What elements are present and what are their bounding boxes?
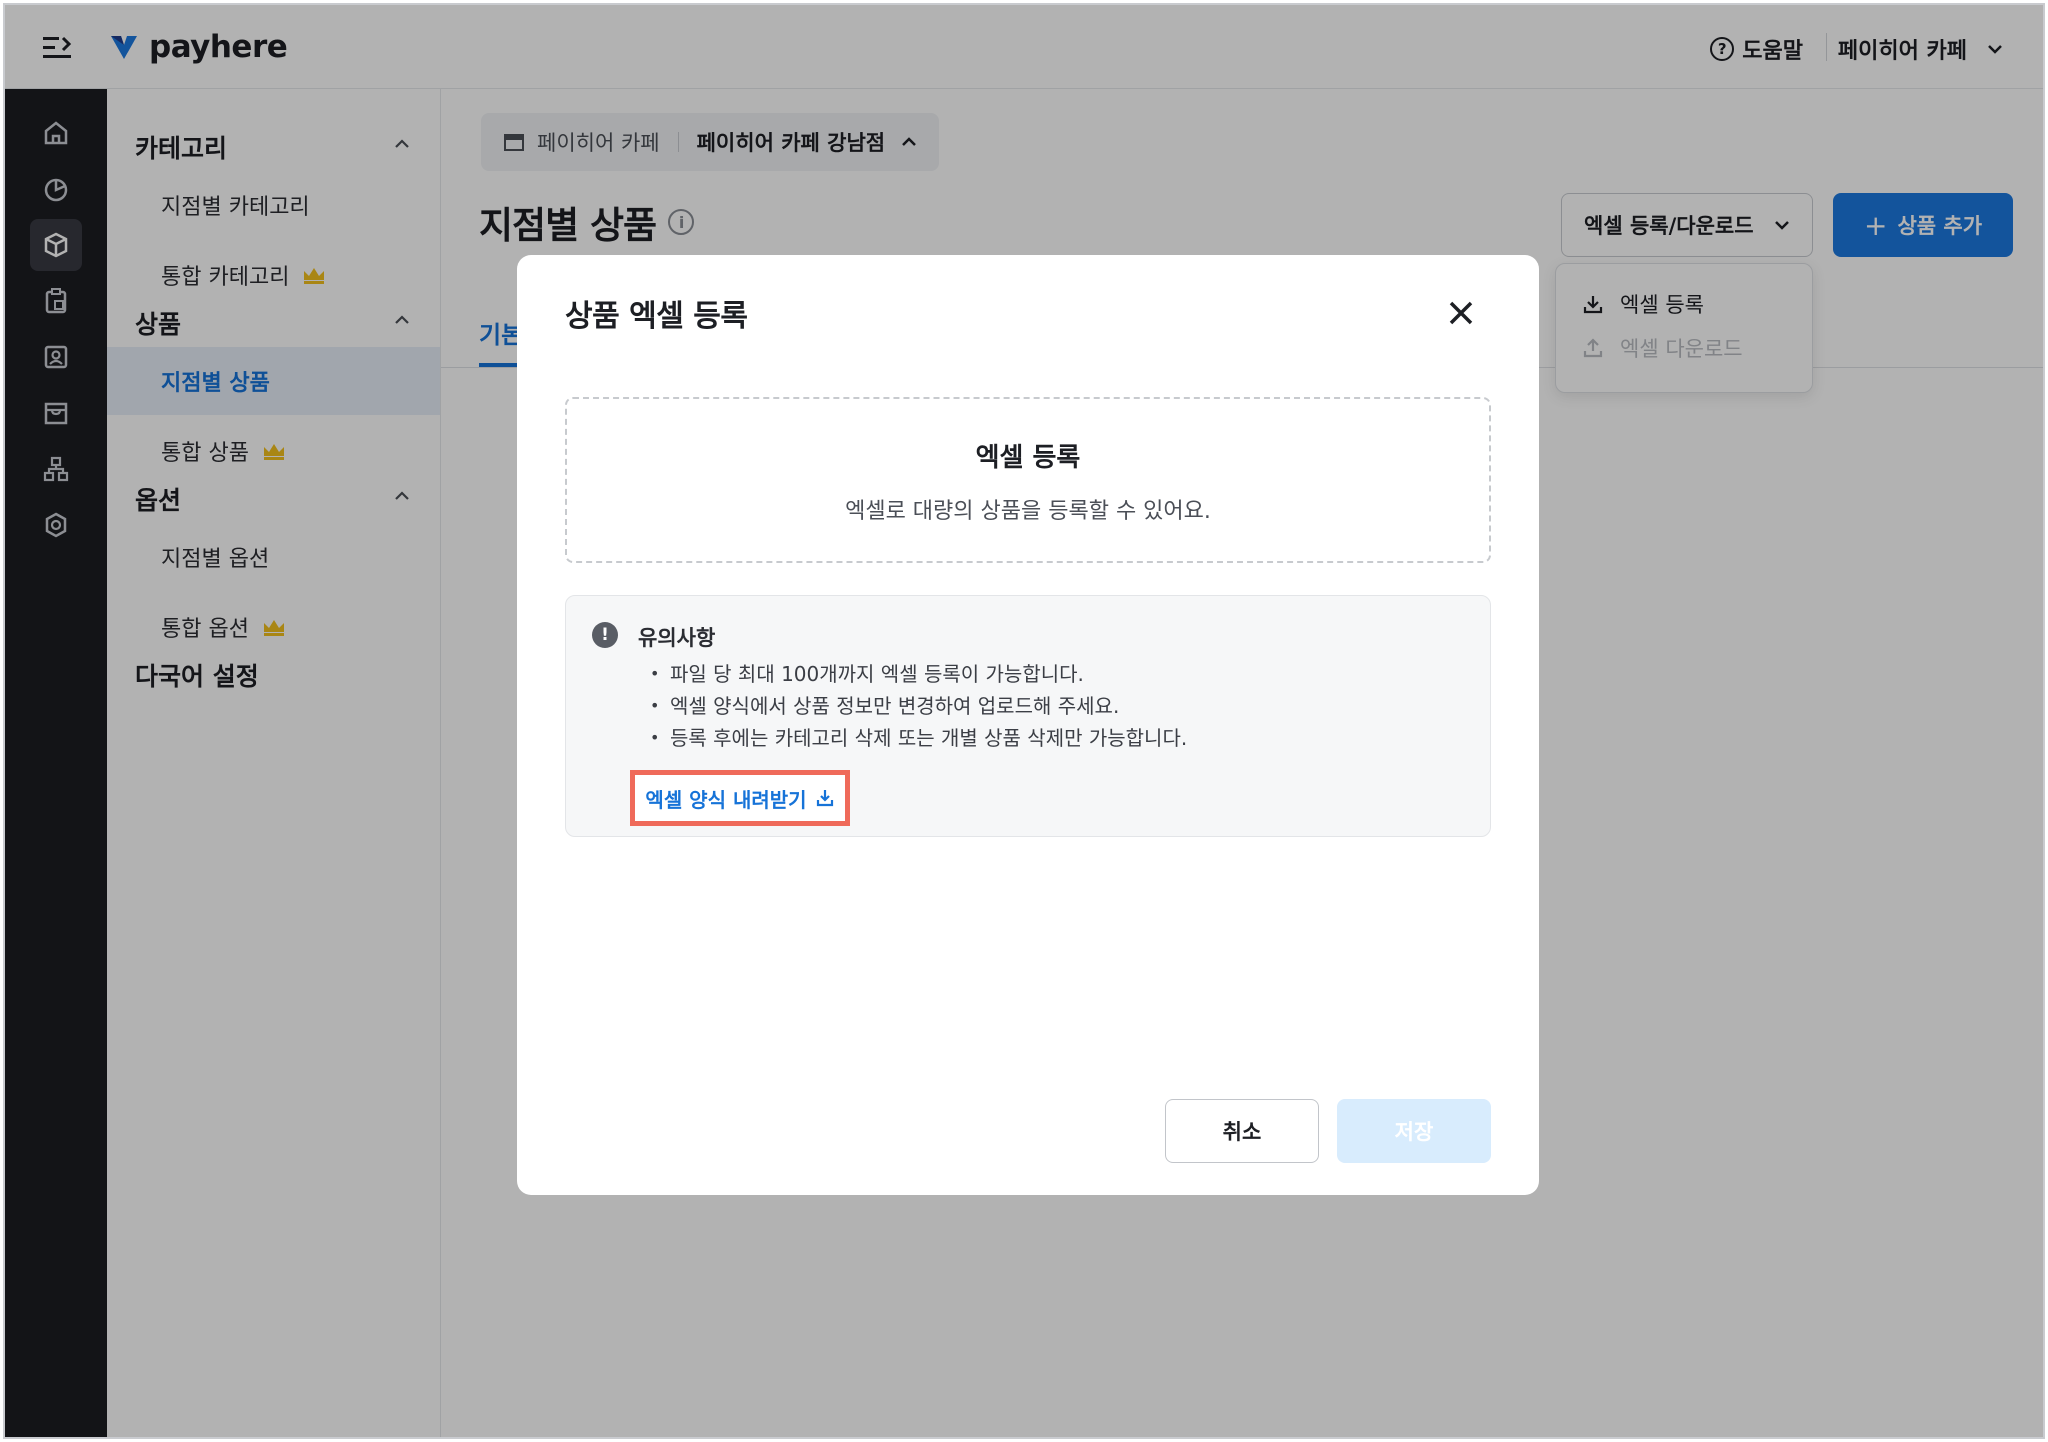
- download-icon: [816, 790, 833, 807]
- notice-item: 등록 후에는 카테고리 삭제 또는 개별 상품 삭제만 가능합니다.: [650, 722, 1187, 754]
- close-icon[interactable]: [1445, 297, 1477, 329]
- notice-item: 엑셀 양식에서 상품 정보만 변경하여 업로드해 주세요.: [650, 690, 1187, 722]
- notice-title: 유의사항: [638, 626, 716, 650]
- save-button[interactable]: 저장: [1337, 1099, 1491, 1163]
- notice-item: 파일 당 최대 100개까지 엑셀 등록이 가능합니다.: [650, 658, 1187, 690]
- file-dropzone[interactable]: 엑셀 등록 엑셀로 대량의 상품을 등록할 수 있어요.: [565, 397, 1491, 563]
- download-link-label: 엑셀 양식 내려받기: [645, 787, 807, 812]
- modal-title: 상품 엑셀 등록: [565, 299, 748, 334]
- excel-upload-modal: 상품 엑셀 등록 엑셀 등록 엑셀로 대량의 상품을 등록할 수 있어요. ! …: [517, 255, 1539, 1195]
- cancel-button[interactable]: 취소: [1165, 1099, 1319, 1163]
- notice-box: ! 유의사항 파일 당 최대 100개까지 엑셀 등록이 가능합니다. 엑셀 양…: [565, 595, 1491, 837]
- alert-icon: !: [592, 622, 618, 648]
- template-download-link[interactable]: 엑셀 양식 내려받기: [630, 770, 850, 826]
- dropzone-title: 엑셀 등록: [975, 443, 1081, 473]
- app-window: payhere ? 도움말 페이히어 카페 카테고리 지점별 카테고리 통합 카…: [3, 3, 2045, 1439]
- dropzone-description: 엑셀로 대량의 상품을 등록할 수 있어요.: [845, 499, 1211, 524]
- notice-list: 파일 당 최대 100개까지 엑셀 등록이 가능합니다. 엑셀 양식에서 상품 …: [650, 658, 1187, 754]
